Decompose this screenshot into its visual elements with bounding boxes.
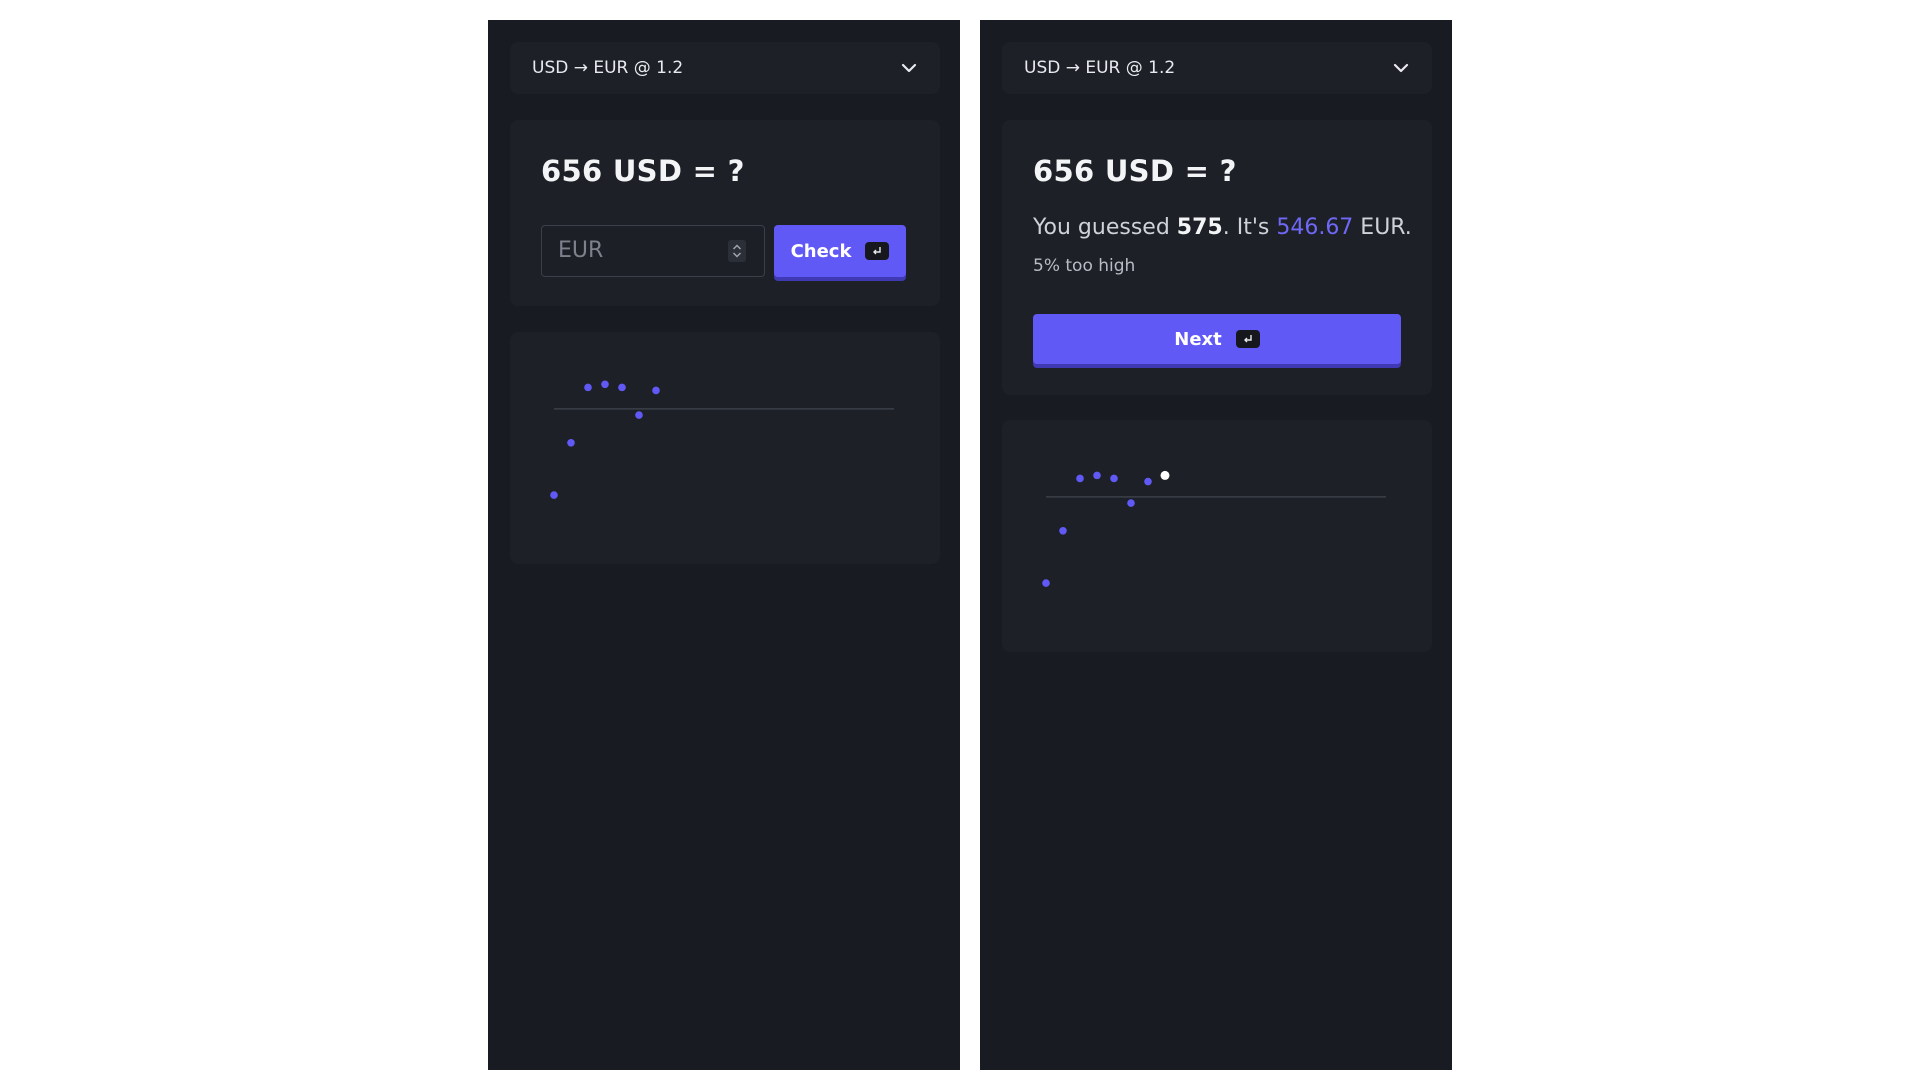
question-title: 656 USD = ? bbox=[1033, 154, 1237, 188]
guess-point bbox=[1059, 526, 1067, 535]
question-title: 656 USD = ? bbox=[541, 154, 745, 188]
difference-text: 5% too high bbox=[1033, 256, 1136, 276]
enter-key-icon bbox=[865, 242, 890, 260]
currency-pair-label: USD → EUR @ 1.2 bbox=[532, 58, 684, 78]
guess-history-chart bbox=[550, 380, 894, 499]
check-button[interactable]: Check bbox=[774, 225, 906, 277]
check-button-label: Check bbox=[790, 240, 852, 262]
eur-answer-field[interactable] bbox=[541, 225, 765, 277]
result-suffix: EUR. bbox=[1353, 215, 1412, 240]
question-card: 656 USD = ? Check bbox=[510, 120, 940, 306]
currency-pair-select[interactable]: USD → EUR @ 1.2 bbox=[510, 42, 940, 94]
guess-point bbox=[584, 383, 592, 392]
app-screen-result: USD → EUR @ 1.2 656 USD = ? You guessed … bbox=[980, 20, 1452, 1070]
eur-answer-input[interactable] bbox=[542, 226, 722, 275]
result-message: You guessed 575. It's 546.67 EUR. bbox=[1033, 215, 1412, 240]
chevron-down-icon bbox=[1393, 63, 1409, 73]
result-middle: . It's bbox=[1222, 215, 1277, 240]
app-screen-question: USD → EUR @ 1.2 656 USD = ? Check bbox=[488, 20, 960, 1070]
enter-key-icon bbox=[1235, 330, 1260, 348]
next-button[interactable]: Next bbox=[1033, 314, 1401, 364]
result-card: 656 USD = ? You guessed 575. It's 546.67… bbox=[1002, 120, 1432, 395]
guess-history-chart-card bbox=[510, 332, 940, 564]
correct-answer-value: 546.67 bbox=[1276, 215, 1354, 240]
guess-point bbox=[1127, 499, 1135, 507]
guess-point bbox=[1042, 579, 1050, 587]
currency-pair-label: USD → EUR @ 1.2 bbox=[1024, 58, 1176, 78]
guess-point bbox=[635, 411, 643, 419]
guess-history-chart bbox=[1042, 470, 1386, 587]
guess-point bbox=[1144, 477, 1152, 486]
guess-point bbox=[550, 491, 558, 499]
guess-point bbox=[618, 383, 626, 392]
guess-point bbox=[601, 380, 609, 389]
guess-point bbox=[1093, 471, 1101, 480]
guess-point bbox=[652, 386, 660, 395]
number-stepper-icon[interactable] bbox=[728, 240, 746, 262]
guess-point bbox=[1076, 474, 1084, 483]
guess-history-chart-card bbox=[1002, 420, 1432, 652]
guess-point bbox=[567, 438, 575, 447]
guess-point bbox=[1110, 474, 1118, 483]
chevron-down-icon bbox=[901, 63, 917, 73]
next-button-label: Next bbox=[1174, 328, 1222, 350]
current-guess-point bbox=[1160, 470, 1170, 480]
guess-value: 575 bbox=[1176, 215, 1223, 240]
result-prefix: You guessed bbox=[1033, 215, 1177, 240]
currency-pair-select[interactable]: USD → EUR @ 1.2 bbox=[1002, 42, 1432, 94]
